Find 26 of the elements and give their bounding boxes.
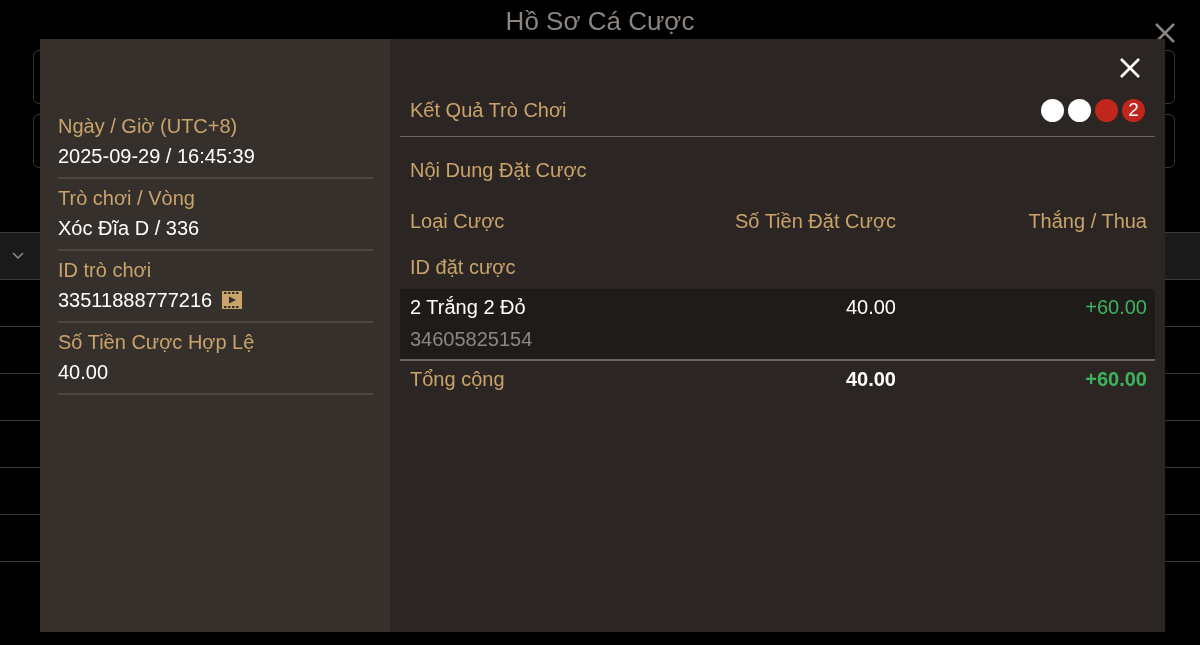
field-label: ID trò chơi [58, 258, 153, 283]
section-title: Nội Dung Đặt Cược [409, 158, 588, 183]
bet-id: 34605825154 [410, 327, 534, 352]
film-icon[interactable] [222, 291, 243, 309]
bet-type: 2 Trắng 2 Đỏ [410, 295, 527, 320]
total-label: Tổng cộng [410, 367, 506, 392]
field-label: Trò chơi / Vòng [58, 186, 196, 211]
field-value: 2025-09-29 / 16:45:39 [58, 144, 255, 169]
column-header: Thắng / Thua [1027, 209, 1147, 234]
column-header: ID đặt cược [410, 255, 517, 280]
count-badge: 2 [1122, 98, 1145, 122]
field-label: Ngày / Giờ (UTC+8) [58, 114, 239, 139]
close-icon[interactable] [1154, 22, 1176, 44]
column-header: Loại Cược [410, 209, 506, 234]
field-value: Xóc Đĩa D / 336 [58, 216, 200, 241]
total-amount: 40.00 [844, 367, 896, 392]
column-header: Số Tiền Đặt Cược [734, 209, 896, 234]
bet-amount: 40.00 [844, 295, 896, 320]
field-value: 33511888777216 [58, 288, 213, 313]
win-loss: +60.00 [1084, 295, 1147, 320]
field-label: Số Tiền Cược Hợp Lệ [58, 330, 256, 355]
field-value: 40.00 [58, 360, 109, 385]
chevron-icon[interactable] [12, 252, 24, 260]
total-win-loss: +60.00 [1084, 367, 1147, 392]
result-label: Kết Quả Trò Chơi [410, 98, 567, 123]
dialog-title: Hồ Sơ Cá Cược [505, 6, 695, 38]
